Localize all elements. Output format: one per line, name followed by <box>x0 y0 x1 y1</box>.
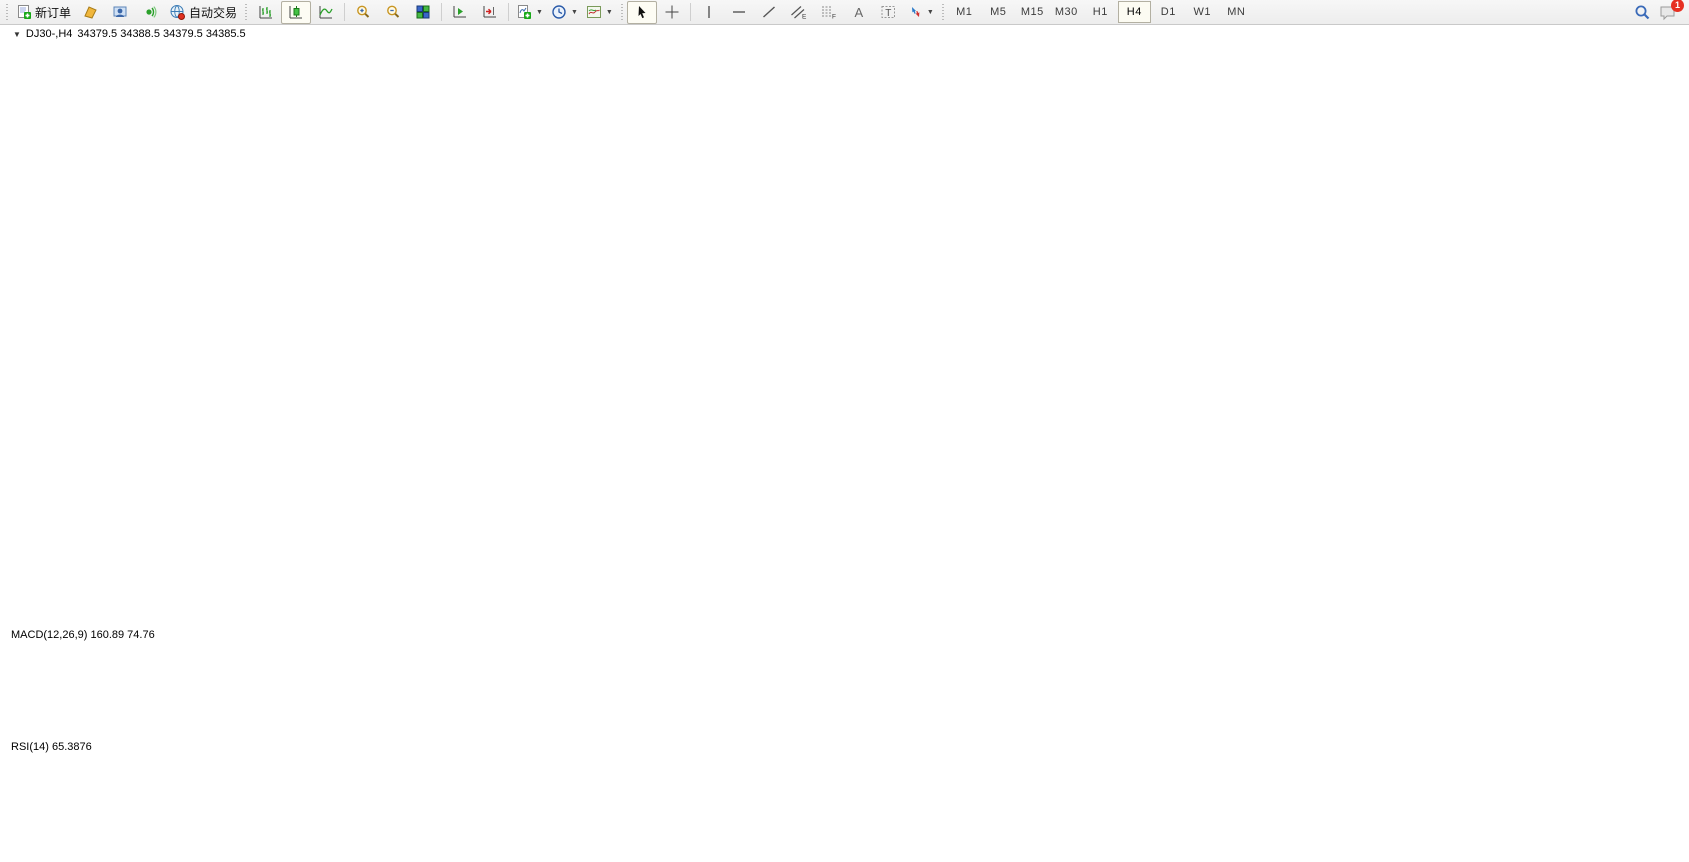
timeframe-M30[interactable]: M30 <box>1050 1 1083 23</box>
clock-icon <box>551 4 567 20</box>
toolbar-separator <box>690 3 691 21</box>
person-chart-icon <box>112 4 128 20</box>
equidistant-channel-button[interactable]: E <box>784 1 814 24</box>
new-order-button[interactable]: 新订单 <box>12 1 75 24</box>
toolbar-grip <box>244 4 248 21</box>
vertical-line-button[interactable] <box>694 1 724 24</box>
sound-icon <box>142 4 158 20</box>
add-indicator-icon <box>516 4 532 20</box>
chevron-down-icon: ▼ <box>571 9 578 16</box>
channel-icon: E <box>790 4 807 20</box>
chevron-down-icon: ▼ <box>927 9 934 16</box>
zoom-in-icon <box>355 4 371 20</box>
arrows-icon <box>908 4 923 20</box>
chart-symbol-period: DJ30-,H4 <box>26 28 72 40</box>
chart-ohlc-values: 34379.5 34388.5 34379.5 34385.5 <box>77 28 245 40</box>
template-icon <box>586 4 602 20</box>
chart-shift-icon <box>482 4 498 20</box>
zoom-in-button[interactable] <box>348 1 378 24</box>
timeframe-D1[interactable]: D1 <box>1152 1 1185 23</box>
ohlc-collapse-arrow-icon[interactable]: ▼ <box>13 30 21 39</box>
text-label-icon: T <box>880 4 897 20</box>
toolbar-grip <box>941 4 945 21</box>
tile-windows-icon <box>415 4 431 20</box>
toolbar-grip <box>620 4 624 21</box>
line-chart-button[interactable] <box>311 1 341 24</box>
cursor-button[interactable] <box>627 1 657 24</box>
zoom-out-button[interactable] <box>378 1 408 24</box>
indicators-button[interactable]: ▼ <box>512 1 547 24</box>
vertical-line-icon <box>702 4 716 20</box>
toolbar-separator <box>344 3 345 21</box>
line-chart-icon <box>318 4 334 20</box>
timeframe-toolbar: M1M5M15M30H1H4D1W1MN <box>948 1 1253 23</box>
timeframe-W1[interactable]: W1 <box>1186 1 1219 23</box>
fibonacci-icon: F <box>820 4 837 20</box>
horizontal-line-icon <box>731 4 747 20</box>
auto-scroll-icon <box>452 4 468 20</box>
sound-button[interactable] <box>135 1 165 24</box>
bar-chart-icon <box>258 4 274 20</box>
arrows-button[interactable]: ▼ <box>904 1 938 24</box>
main-toolbar: 新订单 自动交易 <box>0 0 1689 25</box>
trendline-icon <box>761 4 777 20</box>
toolbar-grip <box>5 4 9 21</box>
timeframe-H1[interactable]: H1 <box>1084 1 1117 23</box>
svg-text:E: E <box>802 14 807 21</box>
new-order-icon <box>16 4 32 20</box>
toolbar-right-group: 1 <box>1634 4 1687 21</box>
cursor-icon <box>634 4 650 20</box>
svg-text:T: T <box>886 8 892 19</box>
chart-shift-button[interactable] <box>475 1 505 24</box>
chart-title-bar: ▼ DJ30-,H4 34379.5 34388.5 34379.5 34385… <box>13 28 246 40</box>
notifications-button[interactable]: 1 <box>1659 4 1677 21</box>
rsi-indicator-label: RSI(14) 65.3876 <box>11 741 92 753</box>
autotrading-label: 自动交易 <box>189 4 237 21</box>
candlestick-chart-button[interactable] <box>281 1 311 24</box>
zoom-out-icon <box>385 4 401 20</box>
templates-button[interactable]: ▼ <box>582 1 617 24</box>
timeframe-M5[interactable]: M5 <box>982 1 1015 23</box>
timeframe-H4[interactable]: H4 <box>1118 1 1151 23</box>
profile-button[interactable] <box>75 1 105 24</box>
text-label-button[interactable]: T <box>874 1 904 24</box>
notification-badge: 1 <box>1671 0 1684 12</box>
fibonacci-button[interactable]: F <box>814 1 844 24</box>
market-watch-button[interactable] <box>105 1 135 24</box>
autotrading-button[interactable]: 自动交易 <box>165 1 241 24</box>
yellow-book-icon <box>82 4 98 20</box>
macd-indicator-label: MACD(12,26,9) 160.89 74.76 <box>11 629 155 641</box>
trendline-button[interactable] <box>754 1 784 24</box>
horizontal-line-button[interactable] <box>724 1 754 24</box>
toolbar-separator <box>441 3 442 21</box>
auto-scroll-button[interactable] <box>445 1 475 24</box>
crosshair-icon <box>664 4 680 20</box>
search-icon[interactable] <box>1634 4 1651 21</box>
crosshair-button[interactable] <box>657 1 687 24</box>
autotrading-icon <box>169 4 186 20</box>
timeframe-M15[interactable]: M15 <box>1016 1 1049 23</box>
timeframe-MN[interactable]: MN <box>1220 1 1253 23</box>
svg-text:F: F <box>832 14 836 21</box>
candlestick-chart-icon <box>288 4 304 20</box>
periods-button[interactable]: ▼ <box>547 1 582 24</box>
text-a-icon: A <box>855 6 864 19</box>
new-order-label: 新订单 <box>35 4 71 21</box>
text-button[interactable]: A <box>844 1 874 24</box>
chart-area[interactable]: 35200.035092.034987.034879.034774.034669… <box>0 0 1689 862</box>
chevron-down-icon: ▼ <box>606 9 613 16</box>
timeframe-M1[interactable]: M1 <box>948 1 981 23</box>
toolbar-separator <box>508 3 509 21</box>
tile-windows-button[interactable] <box>408 1 438 24</box>
bar-chart-button[interactable] <box>251 1 281 24</box>
chevron-down-icon: ▼ <box>536 9 543 16</box>
